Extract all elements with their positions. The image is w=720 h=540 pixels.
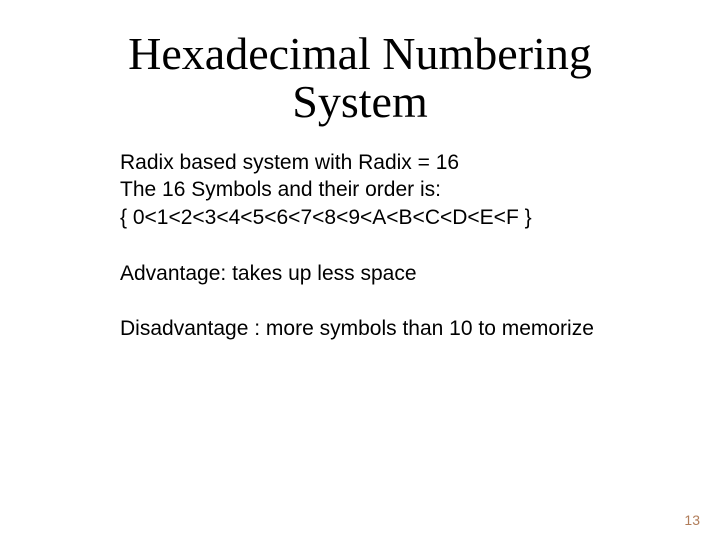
slide: Hexadecimal Numbering System Radix based… xyxy=(0,0,720,540)
body-line-disadvantage: Disadvantage : more symbols than 10 to m… xyxy=(120,315,650,343)
page-number: 13 xyxy=(684,512,700,528)
body-line-symbols-intro: The 16 Symbols and their order is: xyxy=(120,176,650,204)
spacer xyxy=(120,287,650,315)
slide-body: Radix based system with Radix = 16 The 1… xyxy=(60,149,660,344)
body-line-radix: Radix based system with Radix = 16 xyxy=(120,149,650,177)
body-line-symbols-list: { 0<1<2<3<4<5<6<7<8<9<A<B<C<D<E<F } xyxy=(120,204,650,232)
spacer xyxy=(120,232,650,260)
body-line-advantage: Advantage: takes up less space xyxy=(120,260,650,288)
slide-title: Hexadecimal Numbering System xyxy=(60,30,660,127)
